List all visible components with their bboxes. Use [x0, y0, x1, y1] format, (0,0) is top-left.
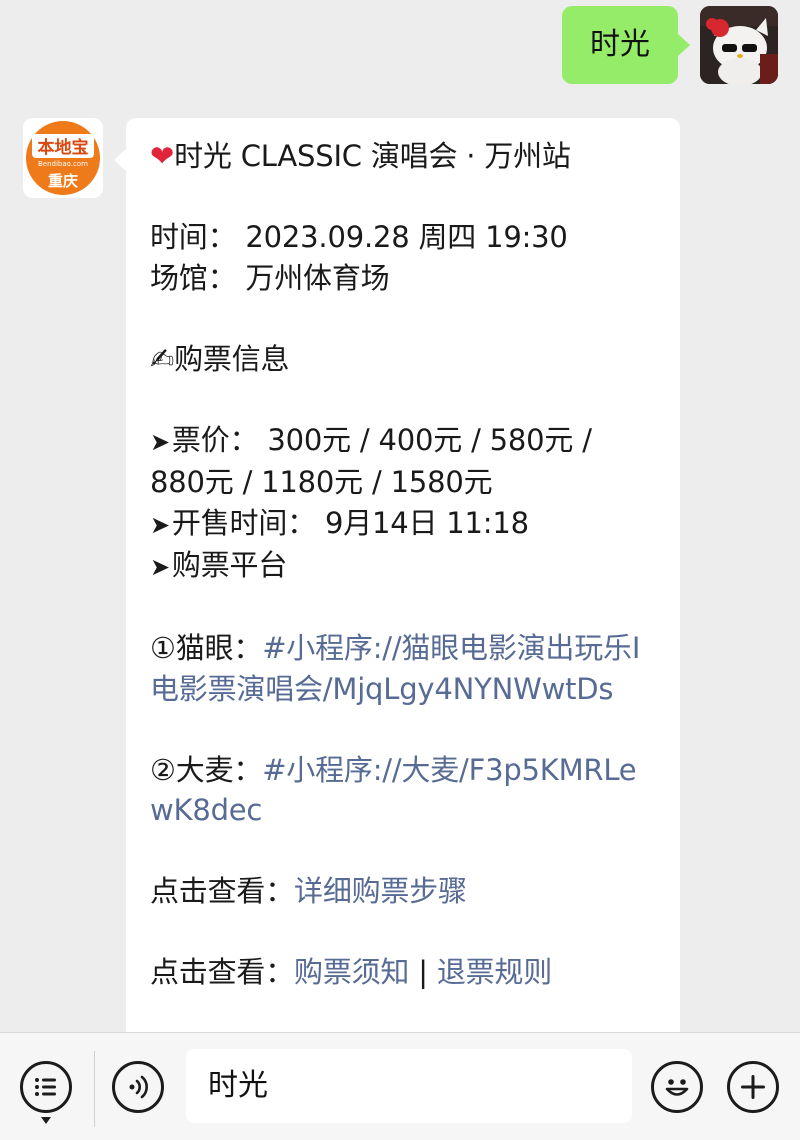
damai-entry: ②大麦：#小程序://大麦/F3p5KMRLewK8dec: [150, 750, 656, 831]
detail-steps-line: 点击查看：详细购票步骤: [150, 871, 656, 912]
event-time: 时间： 2023.09.28 周四 19:30: [150, 220, 568, 254]
platform-line: ➤购票平台: [150, 545, 656, 588]
input-bar: 时光: [0, 1032, 800, 1140]
arrow-icon: ➤: [150, 553, 170, 581]
logo-domain-text: Bendibao.com: [38, 160, 88, 168]
arrow-icon: ➤: [150, 427, 170, 456]
emoji-button[interactable]: [651, 1061, 703, 1113]
maoyan-label: ①猫眼：: [150, 631, 263, 665]
voice-button[interactable]: [112, 1061, 164, 1113]
message-title-line: ❤时光 CLASSIC 演唱会 · 万州站: [150, 136, 656, 177]
bendibao-logo: 本地宝 Bendibao.com 重庆: [23, 118, 103, 198]
damai-label: ②大麦：: [150, 752, 263, 787]
maoyan-entry: ①猫眼：#小程序://猫眼电影演出玩乐I电影票演唱会/MjqLgy4NYNWwt…: [150, 628, 656, 709]
writing-hand-icon: ✍: [150, 341, 175, 376]
message-title: 时光 CLASSIC 演唱会 · 万州站: [174, 139, 571, 173]
click-view-label: 点击查看：: [150, 955, 295, 989]
sale-time-line: ➤开售时间： 9月14日 11:18: [150, 503, 656, 546]
detail-steps-link[interactable]: 详细购票步骤: [294, 874, 467, 908]
user-avatar-image: [700, 6, 778, 84]
voice-icon: [129, 1075, 148, 1099]
more-button[interactable]: [727, 1061, 779, 1113]
message-input[interactable]: 时光: [186, 1049, 632, 1123]
arrow-icon: ➤: [150, 510, 170, 539]
ticket-info-header: ✍购票信息: [150, 339, 656, 380]
list-icon: [35, 1078, 56, 1096]
chat-screen: 时光 本地宝 Bendibao.com 重庆 ❤时光 CLASSIC 演唱会 ·…: [0, 0, 800, 1140]
price-text-1: 票价： 300元 / 400元 / 580元 /: [171, 422, 592, 457]
price-line-1: ➤票价： 300元 / 400元 / 580元 /: [150, 420, 656, 463]
platform-text: 购票平台: [171, 548, 288, 582]
outgoing-message-bubble[interactable]: 时光: [562, 6, 690, 84]
menu-caret-icon: [41, 1117, 51, 1124]
notice-line: 点击查看：购票须知 | 退票规则: [150, 952, 656, 993]
logo-city-text: 重庆: [48, 172, 78, 190]
heart-icon: ❤: [150, 139, 175, 173]
outgoing-message-text: 时光: [590, 27, 650, 62]
bendibao-avatar[interactable]: 本地宝 Bendibao.com 重庆: [23, 118, 103, 198]
click-view-label: 点击查看：: [150, 874, 295, 908]
sale-time-text: 开售时间： 9月14日 11:18: [171, 505, 529, 540]
smiley-icon: [665, 1079, 689, 1096]
purchase-notice-link[interactable]: 购票须知: [294, 955, 409, 989]
plus-icon: [741, 1075, 765, 1099]
divider: [94, 1051, 95, 1127]
incoming-message-bubble[interactable]: ❤时光 CLASSIC 演唱会 · 万州站 时间： 2023.09.28 周四 …: [114, 118, 680, 1058]
logo-brand-text: 本地宝: [38, 137, 89, 158]
user-avatar[interactable]: [700, 6, 778, 84]
message-content: ❤时光 CLASSIC 演唱会 · 万州站 时间： 2023.09.28 周四 …: [150, 136, 656, 993]
refund-rules-link[interactable]: 退票规则: [437, 955, 552, 989]
menu-button[interactable]: [20, 1061, 72, 1113]
outgoing-message-row: 时光: [562, 6, 778, 84]
event-venue: 场馆： 万州体育场: [150, 260, 390, 295]
price-line-2: 880元 / 1180元 / 1580元: [150, 465, 493, 499]
link-separator: |: [409, 955, 437, 989]
ticket-info-title: 购票信息: [174, 341, 290, 376]
